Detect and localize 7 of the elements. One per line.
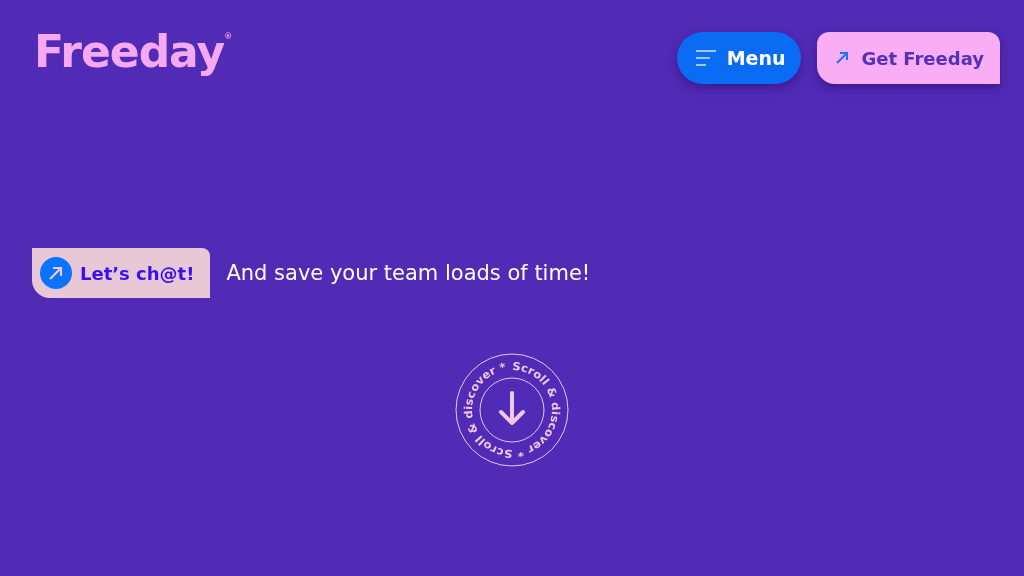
tagline: And save your team loads of time! — [226, 261, 591, 285]
chat-button[interactable]: Let’s ch@t! — [32, 248, 211, 298]
get-freeday-button[interactable]: Get Freeday — [817, 32, 1000, 84]
logo[interactable]: Freeday$^{®}$ — [34, 26, 232, 77]
arrow-icon — [835, 51, 850, 65]
menu-icon — [694, 49, 717, 67]
menu-button[interactable]: Menu — [676, 32, 802, 84]
